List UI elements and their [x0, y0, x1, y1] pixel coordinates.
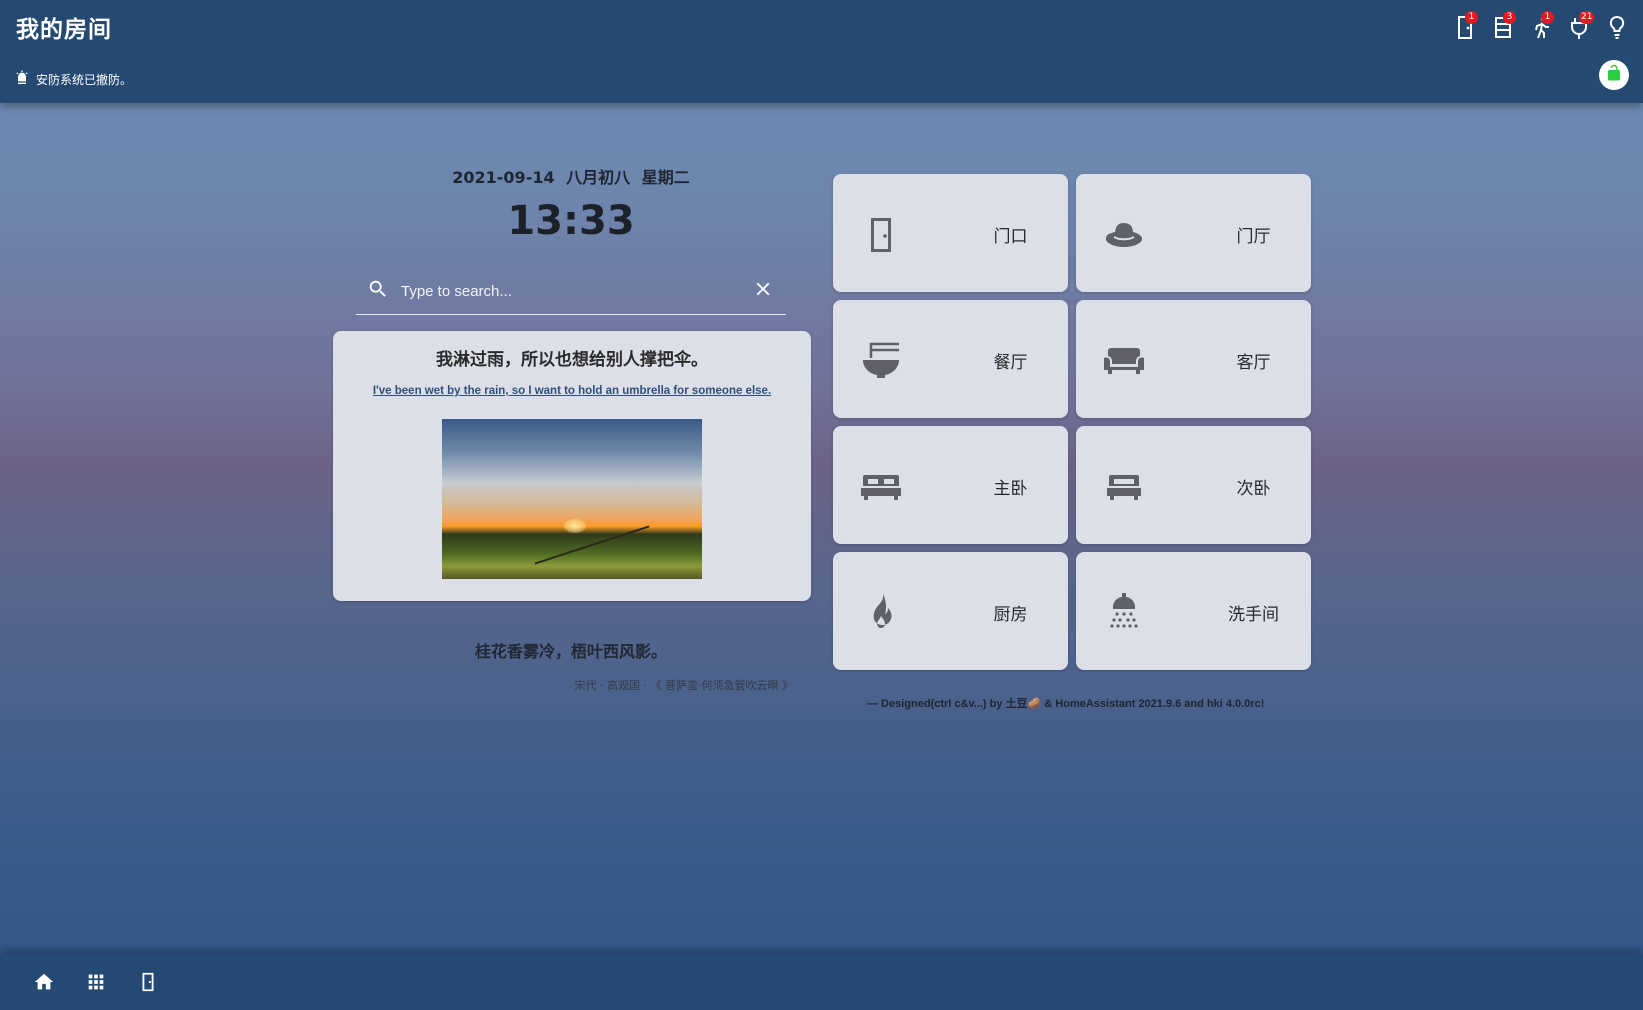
- poem-line: 桂花香雾冷，梧叶西风影。: [474, 642, 667, 661]
- plug-icon[interactable]: 21: [1569, 11, 1595, 40]
- sun-glow: [564, 519, 586, 533]
- room-grid: 门口 门厅 餐厅 客厅 主卧 次卧 厨房 洗手间: [833, 174, 1311, 670]
- shower-icon: [1102, 590, 1146, 634]
- field-path: [534, 525, 650, 565]
- home-icon[interactable]: [33, 971, 55, 993]
- door-icon: [859, 212, 903, 256]
- poem-source: 宋代 · 高观国 · 《 菩萨蛮·何须急管吹云暝 》: [574, 679, 793, 692]
- plug-badge: 21: [1579, 11, 1595, 24]
- page-title: 我的房间: [16, 17, 112, 43]
- hat-icon: [1102, 212, 1146, 256]
- room-label: 客厅: [1236, 353, 1271, 373]
- sofa-icon: [1102, 338, 1146, 382]
- noodle-bowl-icon: [859, 338, 903, 382]
- motion-badge: 1: [1541, 11, 1554, 24]
- room-card-second-bedroom[interactable]: 次卧: [1076, 426, 1311, 544]
- search-input[interactable]: [399, 281, 752, 301]
- room-card-dining[interactable]: 餐厅: [833, 300, 1068, 418]
- top-app-bar: 我的房间 安防系统已撤防。 1 3 1 21: [0, 0, 1643, 103]
- search-icon: [356, 278, 389, 304]
- quote-link[interactable]: I've been wet by the rain, so I want to …: [333, 385, 811, 397]
- door-icon[interactable]: [137, 971, 159, 993]
- date-display: 2021-09-14 八月初八 星期二: [452, 168, 690, 187]
- room-label: 门厅: [1236, 227, 1271, 247]
- close-icon[interactable]: [752, 278, 786, 304]
- room-card-master-bedroom[interactable]: 主卧: [833, 426, 1068, 544]
- room-label: 次卧: [1236, 479, 1271, 499]
- room-card-living[interactable]: 客厅: [1076, 300, 1311, 418]
- clock-display: 13:33: [507, 198, 635, 244]
- room-card-entrance[interactable]: 门口: [833, 174, 1068, 292]
- apps-grid-icon[interactable]: [85, 971, 107, 993]
- motion-icon[interactable]: 1: [1531, 11, 1554, 40]
- quote-title: 我淋过雨，所以也想给别人撑把伞。: [436, 350, 708, 370]
- alarm-light-icon: [14, 70, 30, 89]
- door-sensor-badge: 1: [1465, 11, 1478, 24]
- alarm-status-text: 安防系统已撤防。: [36, 73, 133, 87]
- sunset-image: [442, 419, 702, 579]
- quote-card: 我淋过雨，所以也想给别人撑把伞。 I've been wet by the ra…: [333, 331, 811, 601]
- room-label: 门口: [993, 227, 1028, 247]
- lightbulb-icon[interactable]: [1607, 14, 1627, 40]
- alarm-status[interactable]: 安防系统已撤防。: [14, 70, 132, 89]
- credits-footer: — Designed(ctrl c&v...) by 土豆🥔 & HomeAss…: [867, 698, 1265, 710]
- lock-open-icon: [1605, 64, 1623, 86]
- header-icon-bar: 1 3 1 21: [1455, 11, 1627, 40]
- list-badge: 3: [1503, 11, 1516, 24]
- bottom-nav: [0, 954, 1643, 1010]
- list-icon[interactable]: 3: [1493, 11, 1516, 40]
- room-label: 洗手间: [1228, 605, 1279, 625]
- fire-icon: [859, 590, 903, 634]
- lock-button[interactable]: [1599, 60, 1629, 90]
- room-label: 餐厅: [993, 353, 1028, 373]
- bed-icon: [859, 464, 903, 508]
- room-card-foyer[interactable]: 门厅: [1076, 174, 1311, 292]
- room-card-bathroom[interactable]: 洗手间: [1076, 552, 1311, 670]
- bed-single-icon: [1102, 464, 1146, 508]
- door-sensor-icon[interactable]: 1: [1455, 11, 1478, 40]
- room-card-kitchen[interactable]: 厨房: [833, 552, 1068, 670]
- room-label: 主卧: [993, 479, 1028, 499]
- room-label: 厨房: [993, 605, 1028, 625]
- search-bar: [356, 268, 786, 315]
